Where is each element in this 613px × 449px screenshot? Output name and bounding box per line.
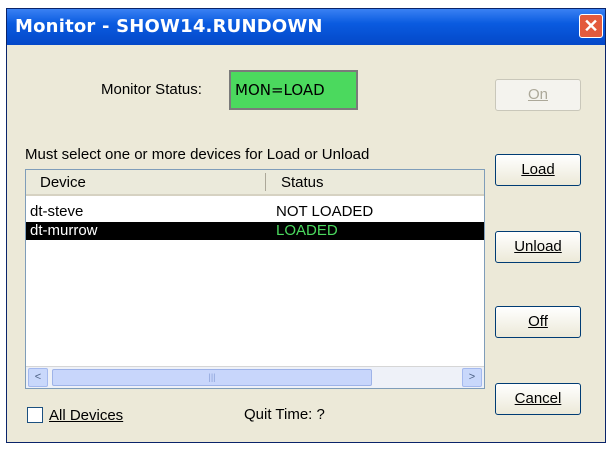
off-button-label: Off — [528, 313, 548, 330]
monitor-dialog: Monitor - SHOW14.RUNDOWN ✕ Monitor Statu… — [6, 8, 606, 443]
column-separator[interactable] — [265, 173, 266, 191]
cancel-button-label: Cancel — [514, 390, 562, 407]
scroll-left-icon[interactable]: < — [28, 368, 48, 387]
device-status: LOADED — [276, 222, 338, 239]
unload-button-label: Unload — [514, 238, 562, 255]
load-button[interactable]: Load — [495, 154, 581, 186]
on-button-label: On — [527, 86, 548, 103]
unload-button[interactable]: Unload — [495, 231, 581, 263]
scroll-thumb[interactable]: ||| — [52, 369, 372, 386]
column-header-status[interactable]: Status — [281, 174, 324, 191]
all-devices-label[interactable]: All Devices — [49, 407, 123, 424]
column-header-device[interactable]: Device — [40, 174, 86, 191]
horizontal-scrollbar[interactable]: < ||| > — [26, 366, 484, 388]
off-button[interactable]: Off — [495, 306, 581, 338]
monitor-status-value: MON=LOAD — [229, 70, 358, 110]
quit-time-text: Quit Time: ? — [244, 406, 325, 423]
monitor-status-label: Monitor Status: — [101, 81, 202, 98]
instruction-text: Must select one or more devices for Load… — [25, 146, 370, 163]
cancel-button[interactable]: Cancel — [495, 383, 581, 415]
all-devices-checkbox[interactable] — [27, 407, 43, 423]
list-item[interactable]: dt-steve NOT LOADED — [26, 203, 484, 221]
on-button: On — [495, 79, 581, 111]
scroll-right-icon[interactable]: > — [462, 368, 482, 387]
device-list[interactable]: Device Status dt-steve NOT LOADED dt-mur… — [25, 169, 485, 389]
close-icon[interactable]: ✕ — [579, 14, 603, 38]
device-name: dt-steve — [30, 203, 84, 220]
list-item-selected[interactable]: dt-murrow LOADED — [26, 222, 484, 240]
device-name: dt-murrow — [30, 222, 98, 239]
device-status: NOT LOADED — [276, 203, 374, 220]
load-button-label: Load — [521, 161, 555, 178]
list-header: Device Status — [26, 170, 484, 196]
title-bar[interactable]: Monitor - SHOW14.RUNDOWN ✕ — [7, 9, 605, 45]
all-devices-label-text: All Devices — [49, 407, 124, 424]
window-title: Monitor - SHOW14.RUNDOWN — [15, 16, 323, 37]
